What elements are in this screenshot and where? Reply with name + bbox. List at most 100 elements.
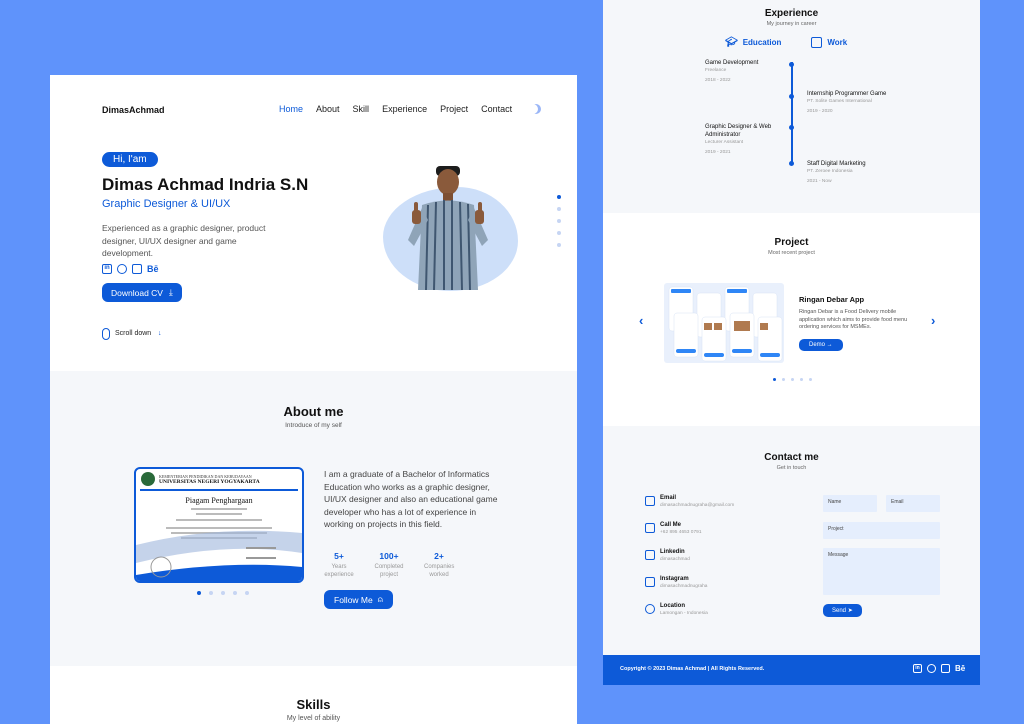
- page-dot[interactable]: [557, 243, 561, 247]
- carousel-dot[interactable]: [197, 591, 201, 595]
- linkedin-icon[interactable]: in: [102, 264, 112, 274]
- hero-name: Dimas Achmad Indria S.N: [102, 175, 309, 194]
- name-input[interactable]: Name: [823, 495, 877, 512]
- dribbble-icon[interactable]: [927, 664, 936, 673]
- stat-label: Companies worked: [424, 564, 455, 578]
- scroll-down-label[interactable]: Scroll down: [115, 330, 151, 337]
- about-subtitle: Introduce of my self: [285, 422, 342, 429]
- site-logo[interactable]: DimasAchmad: [102, 105, 165, 115]
- carousel-dot[interactable]: [233, 591, 237, 595]
- instagram-icon: [645, 577, 655, 587]
- dribbble-icon[interactable]: [117, 264, 127, 274]
- project-carousel-dots: [773, 378, 812, 381]
- carousel-dot[interactable]: [209, 591, 213, 595]
- moon-icon[interactable]: [531, 104, 541, 114]
- carousel-dot[interactable]: [221, 591, 225, 595]
- demo-button[interactable]: Demo →: [799, 339, 843, 351]
- nav-project[interactable]: Project: [440, 104, 468, 114]
- arrow-down-icon: ↓: [158, 330, 162, 337]
- contact-item-email: Email dimasachmadnugraha@gmail.com: [645, 495, 734, 508]
- hero-role: Graphic Designer & UI/UX: [102, 198, 231, 210]
- timeline-dot: [789, 161, 794, 166]
- timeline-title: Internship Programmer Game: [807, 91, 887, 97]
- send-button[interactable]: Send ➤: [823, 604, 862, 617]
- site-footer: Copyright © 2023 Dimas Achmad | All Righ…: [603, 655, 980, 685]
- nav-home[interactable]: Home: [279, 104, 303, 114]
- page-dot[interactable]: [557, 231, 561, 235]
- carousel-dot[interactable]: [791, 378, 794, 381]
- timeline-sub: PT. Solite Games International: [807, 99, 872, 104]
- timeline-dot: [789, 125, 794, 130]
- contact-item-phone: Call Me +62 895 4653 0791: [645, 522, 701, 535]
- social-links: in Bē: [102, 264, 159, 274]
- contact-item-linkedin: Linkedin dimasachmad: [645, 549, 690, 562]
- contact-title: Contact me: [764, 452, 819, 463]
- phone-icon: [645, 523, 655, 533]
- main-nav: Home About Skill Experience Project Cont…: [279, 104, 512, 114]
- timeline-dot: [789, 94, 794, 99]
- tab-education-label: Education: [742, 38, 782, 47]
- carousel-dot[interactable]: [245, 591, 249, 595]
- project-name: Ringan Debar App: [799, 295, 865, 304]
- project-preview-image: [664, 283, 784, 363]
- certificate-image: KEMENTERIAN PENDIDIKAN DAN KEBUDAYAAN UN…: [134, 467, 304, 583]
- contact-label: Linkedin: [660, 549, 685, 555]
- stat-experience: 5+ Years experience: [324, 551, 354, 579]
- contact-subtitle: Get in touch: [776, 465, 807, 471]
- page-dot[interactable]: [557, 207, 561, 211]
- contact-value[interactable]: dimasachmadnugraha@gmail.com: [660, 503, 734, 508]
- university-logo-icon: [141, 472, 155, 486]
- email-input[interactable]: Email: [886, 495, 940, 512]
- page-dot[interactable]: [557, 195, 561, 199]
- timeline-sub: PT. Zeroee Indonesia: [807, 169, 853, 174]
- chevron-right-icon[interactable]: ›: [931, 313, 935, 328]
- behance-icon[interactable]: Bē: [147, 264, 159, 274]
- nav-about[interactable]: About: [316, 104, 340, 114]
- carousel-dot[interactable]: [782, 378, 785, 381]
- carousel-dot[interactable]: [800, 378, 803, 381]
- certificate-ministry: KEMENTERIAN PENDIDIKAN DAN KEBUDAYAAN: [159, 473, 252, 479]
- stat-number: 100+: [379, 551, 399, 561]
- timeline-date: 2019 - 2020: [807, 109, 833, 114]
- tab-work[interactable]: Work: [811, 37, 847, 48]
- experience-tabs: 🎓︎ Education Work: [725, 37, 847, 48]
- behance-icon[interactable]: Bē: [955, 664, 965, 673]
- timeline-dot: [789, 62, 794, 67]
- follow-me-button[interactable]: Follow Me ⍝: [324, 590, 393, 609]
- chevron-left-icon[interactable]: ‹: [639, 313, 643, 328]
- skills-title: Skills: [296, 697, 331, 712]
- contact-label: Instagram: [660, 576, 689, 582]
- nav-contact[interactable]: Contact: [481, 104, 512, 114]
- linkedin-icon[interactable]: in: [913, 664, 922, 673]
- timeline-item: Game Development Freelance 2018 - 2022: [705, 59, 785, 83]
- about-title: About me: [283, 404, 344, 419]
- carousel-dot[interactable]: [773, 378, 776, 381]
- nav-skill[interactable]: Skill: [353, 104, 370, 114]
- contact-item-location: Location Lamongan - Indonesia: [645, 603, 708, 616]
- certificate-body: [136, 508, 302, 581]
- contact-value[interactable]: dimasachmadnugraha: [660, 584, 707, 589]
- timeline-date: 2021 - Now: [807, 179, 832, 184]
- nav-experience[interactable]: Experience: [382, 104, 427, 114]
- project-input[interactable]: Project: [823, 522, 940, 539]
- experience-subtitle: My journey in career: [766, 21, 817, 27]
- about-text: I am a graduate of a Bachelor of Informa…: [324, 469, 498, 529]
- stat-label: Completed project: [374, 564, 404, 578]
- instagram-icon[interactable]: [132, 264, 142, 274]
- page-dot[interactable]: [557, 219, 561, 223]
- message-textarea[interactable]: Message: [823, 548, 940, 595]
- tab-education[interactable]: 🎓︎ Education: [725, 37, 781, 48]
- contact-value[interactable]: +62 895 4653 0791: [660, 530, 701, 535]
- project-title: Project: [774, 237, 809, 248]
- stat-label: Years experience: [324, 564, 354, 578]
- download-cv-button[interactable]: Download CV ⤓: [102, 283, 182, 302]
- timeline-item: Internship Programmer Game PT. Solite Ga…: [807, 90, 907, 114]
- user-add-icon: ⍝: [377, 594, 383, 604]
- send-label: Send: [832, 608, 847, 614]
- instagram-icon[interactable]: [941, 664, 950, 673]
- contact-value[interactable]: dimasachmad: [660, 557, 690, 562]
- timeline-title: Game Development: [705, 60, 759, 66]
- profile-photo: [408, 166, 488, 290]
- carousel-dot[interactable]: [809, 378, 812, 381]
- about-stats: 5+ Years experience 100+ Completed proje…: [324, 551, 454, 579]
